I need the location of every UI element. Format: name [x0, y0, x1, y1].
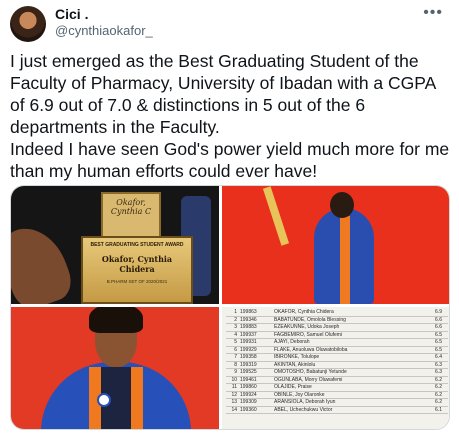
student-name: ARANSIOLA, Deborah Iyun [274, 399, 336, 405]
cgpa: 6.6 [435, 316, 442, 323]
tweet-text-line-1: I just emerged as the Best Graduating St… [10, 51, 436, 137]
matric-number: 199309 [240, 399, 257, 405]
matric-number: 199346 [240, 316, 257, 323]
graduate-head [330, 192, 354, 218]
plaque-back-text: Okafor, Cynthia C [110, 198, 152, 216]
student-name: EZEAKUNNE, Udoka Joseph [274, 324, 340, 330]
media-grid: Okafor, Cynthia C BEST GRADUATING STUDEN… [10, 185, 450, 430]
tweet-text-line-2: Indeed I have seen God's power yield muc… [10, 139, 450, 181]
student-name: FAGBEMIRO, Samuel Olufemi [274, 331, 343, 338]
matric-number: 199525 [240, 369, 257, 375]
row-number: 10 [231, 376, 237, 383]
plaque-back: Okafor, Cynthia C [101, 192, 161, 238]
matric-number: 199937 [240, 331, 257, 338]
cgpa: 6.2 [435, 384, 442, 390]
table-row: 11 199860 OLAJIDE, Praise 6.2 [226, 384, 448, 392]
table-row: 7 199358 IBIRONKE, Tolulope 6.4 [226, 354, 448, 362]
media-photo-plaque[interactable]: Okafor, Cynthia C BEST GRADUATING STUDEN… [11, 186, 219, 304]
gown-stripe [340, 216, 350, 304]
row-number: 11 [231, 384, 237, 390]
table-row: 3 199883 EZEAKUNNE, Udoka Joseph 6.6 [226, 324, 448, 332]
student-name: OBINLE, Joy Olaronke [274, 391, 325, 398]
cgpa: 6.2 [435, 376, 442, 383]
certificate-scroll [262, 186, 290, 246]
cgpa: 6.4 [435, 354, 442, 360]
avatar[interactable] [10, 6, 46, 42]
row-number: 13 [231, 399, 237, 405]
table-row: 13 199309 ARANSIOLA, Deborah Iyun 6.2 [226, 399, 448, 407]
user-handle[interactable]: @cynthiaokafor_ [55, 23, 153, 38]
plaque-title: BEST GRADUATING STUDENT AWARD [90, 242, 184, 248]
cgpa: 6.9 [435, 309, 442, 315]
student-name: OKAFOR, Cynthia Chidera [274, 309, 334, 315]
student-name: OLAJIDE, Praise [274, 384, 312, 390]
cgpa: 6.2 [435, 391, 442, 398]
table-row: 12 199924 OBINLE, Joy Olaronke 6.2 [226, 391, 448, 399]
table-row: 14 199360 ABEL, Uchechukwu Victor 6.1 [226, 406, 448, 414]
row-number: 8 [234, 361, 237, 368]
more-icon[interactable]: ••• [423, 4, 443, 22]
row-number: 1 [234, 309, 237, 315]
cgpa: 6.5 [435, 339, 442, 345]
table-row: 6 199929 FLAKE, Anuoluwa Oluwatobiloba 6.5 [226, 346, 448, 354]
media-photo-portrait[interactable] [11, 307, 219, 429]
media-photo-graduate[interactable] [222, 186, 449, 304]
cgpa: 6.3 [435, 369, 442, 375]
award-plaque: BEST GRADUATING STUDENT AWARD Okafor, Cy… [81, 236, 193, 304]
gown-stripe-right [131, 367, 143, 429]
cgpa: 6.5 [435, 331, 442, 338]
student-name: BABATUNDE, Omolola Blessing [274, 316, 346, 323]
row-number: 12 [231, 391, 237, 398]
matric-number: 199360 [240, 406, 257, 413]
row-number: 3 [234, 324, 237, 330]
student-name: FLAKE, Anuoluwa Oluwatobiloba [274, 346, 348, 353]
table-row: 1 199863 OKAFOR, Cynthia Chidera 6.9 [226, 309, 448, 317]
matric-number: 199461 [240, 376, 257, 383]
cgpa: 6.3 [435, 361, 442, 368]
table-row: 4 199937 FAGBEMIRO, Samuel Olufemi 6.5 [226, 331, 448, 339]
matric-number: 199863 [240, 309, 257, 315]
table-row: 8 199319 AKINTAN, Akinlolu 6.3 [226, 361, 448, 369]
student-name: AKINTAN, Akinlolu [274, 361, 316, 368]
matric-number: 199860 [240, 384, 257, 390]
hair [89, 307, 143, 333]
row-number: 14 [231, 406, 237, 413]
media-photo-results-table[interactable]: 1 199863 OKAFOR, Cynthia Chidera 6.9 2 199346… [222, 307, 449, 429]
table-row: 5 199931 AJAYI, Deborah 6.5 [226, 339, 448, 347]
matric-number: 199883 [240, 324, 257, 330]
matric-number: 199924 [240, 391, 257, 398]
student-name: IBIRONKE, Tolulope [274, 354, 320, 360]
row-number: 7 [234, 354, 237, 360]
hand-shape [11, 218, 77, 304]
display-name[interactable]: Cici . [55, 6, 88, 22]
table-row: 10 199461 OGUNLABA, Morry Oluwafemi 6.2 [226, 376, 448, 384]
row-number: 5 [234, 339, 237, 345]
matric-number: 199358 [240, 354, 257, 360]
cgpa: 6.1 [435, 406, 442, 413]
cgpa: 6.2 [435, 399, 442, 405]
row-number: 6 [234, 346, 237, 353]
table-row: 2 199346 BABATUNDE, Omolola Blessing 6.6 [226, 316, 448, 324]
matric-number: 199929 [240, 346, 257, 353]
tweet-text: I just emerged as the Best Graduating St… [10, 50, 450, 182]
plaque-detail: B.PHARM SET OF 2020/2021 [106, 279, 168, 284]
plaque-name: Okafor, Cynthia Chidera [101, 254, 173, 274]
row-number: 2 [234, 316, 237, 323]
student-name: OMOTOSHO, Babatunji Yetunde [274, 369, 347, 375]
matric-number: 199319 [240, 361, 257, 368]
school-badge [97, 393, 111, 407]
row-number: 4 [234, 331, 237, 338]
student-name: ABEL, Uchechukwu Victor [274, 406, 333, 413]
student-name: AJAYI, Deborah [274, 339, 310, 345]
student-name: OGUNLABA, Morry Oluwafemi [274, 376, 343, 383]
cgpa: 6.5 [435, 346, 442, 353]
table-row: 9 199525 OMOTOSHO, Babatunji Yetunde 6.3 [226, 369, 448, 377]
tweet[interactable]: Cici . @cynthiaokafor_ ••• I just emerge… [0, 0, 459, 439]
cgpa: 6.6 [435, 324, 442, 330]
results-table: 1 199863 OKAFOR, Cynthia Chidera 6.9 2 199346… [226, 309, 448, 414]
row-number: 9 [234, 369, 237, 375]
matric-number: 199931 [240, 339, 257, 345]
